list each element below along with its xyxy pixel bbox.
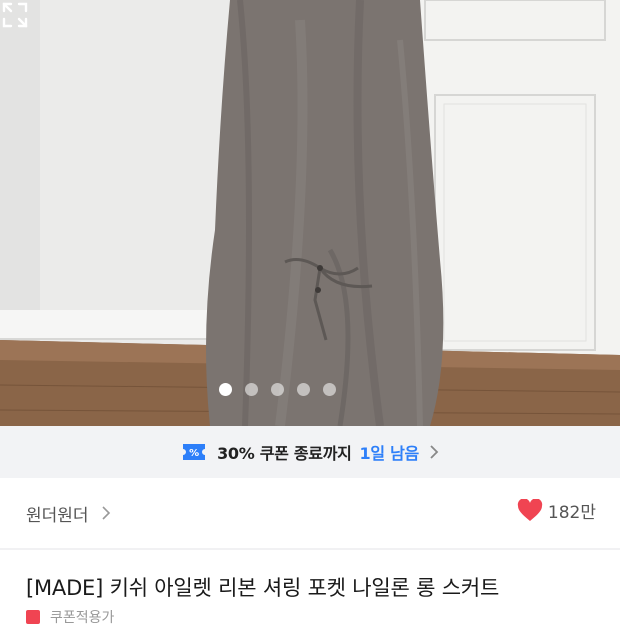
product-photo: [0, 0, 620, 426]
ticket-icon: %: [183, 444, 206, 460]
svg-text:%: %: [189, 448, 199, 459]
carousel-dot[interactable]: [244, 383, 258, 396]
chevron-right-icon[interactable]: [101, 505, 111, 521]
seller-name-link[interactable]: 원더원더: [26, 501, 89, 526]
carousel-dot[interactable]: [270, 383, 284, 396]
coupon-remaining: 1일 남음: [359, 444, 420, 463]
coupon-price-label: 쿠폰적용가: [50, 610, 115, 626]
like-count: 182만: [547, 503, 596, 523]
product-title: [MADE] 키쉬 아일렛 리본 셔링 포켓 나일론 롱 스커트: [26, 576, 500, 600]
carousel-dot[interactable]: [218, 383, 232, 396]
product-image[interactable]: [0, 0, 620, 426]
heart-icon: [517, 498, 543, 521]
coupon-text: 30% 쿠폰 종료까지: [217, 444, 352, 463]
price-row: 쿠폰적용가: [26, 610, 115, 626]
carousel-dot[interactable]: [296, 383, 310, 396]
like-button[interactable]: 182만: [517, 498, 596, 523]
carousel-dot[interactable]: [322, 383, 336, 396]
seller-row: 원더원더 182만: [0, 478, 620, 548]
section-divider: [0, 548, 620, 550]
chevron-right-icon: [430, 445, 439, 459]
expand-icon[interactable]: [0, 0, 30, 30]
coupon-tag-icon: [26, 610, 40, 624]
carousel-indicator[interactable]: [0, 383, 620, 396]
coupon-banner[interactable]: % 30% 쿠폰 종료까지 1일 남음: [0, 426, 620, 478]
